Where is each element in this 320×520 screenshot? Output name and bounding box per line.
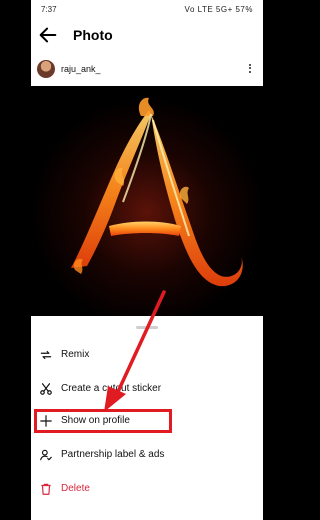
menu-item-label: Delete — [61, 483, 90, 494]
menu-item-cutout-sticker[interactable]: Create a cutout sticker — [31, 376, 263, 406]
page-title: Photo — [73, 27, 113, 43]
partnership-icon — [40, 449, 52, 461]
menu-item-remix[interactable]: Remix — [31, 342, 263, 372]
menu-item-partnership[interactable]: Partnership label & ads — [31, 442, 263, 472]
sheet-handle[interactable] — [136, 326, 158, 329]
menu-item-delete[interactable]: Delete — [31, 476, 263, 506]
arrow-left-icon[interactable] — [37, 24, 59, 46]
post-header: raju_ank_ — [31, 56, 263, 84]
phone-screen: 7:37 Vo LTE 5G+ 57% Photo raju_ank_ Remi… — [31, 0, 263, 520]
highlight-box — [34, 409, 172, 433]
more-vertical-icon[interactable] — [247, 62, 253, 76]
status-icons: Vo LTE 5G+ 57% — [184, 5, 253, 14]
trash-icon — [41, 483, 51, 495]
status-bar: 7:37 Vo LTE 5G+ 57% — [31, 0, 263, 22]
remix-icon — [40, 350, 52, 360]
post-image — [31, 86, 263, 316]
menu-item-label: Create a cutout sticker — [61, 383, 162, 394]
menu-item-label: Partnership label & ads — [61, 449, 165, 460]
top-bar: Photo — [31, 22, 263, 52]
scissors-icon — [40, 383, 52, 395]
options-sheet: Remix Create a cutout sticker Show on pr… — [31, 316, 263, 520]
avatar[interactable] — [37, 60, 55, 78]
flaming-letter-image — [31, 86, 263, 316]
menu-item-label: Remix — [61, 349, 90, 360]
status-time: 7:37 — [41, 5, 57, 14]
username[interactable]: raju_ank_ — [61, 64, 101, 74]
